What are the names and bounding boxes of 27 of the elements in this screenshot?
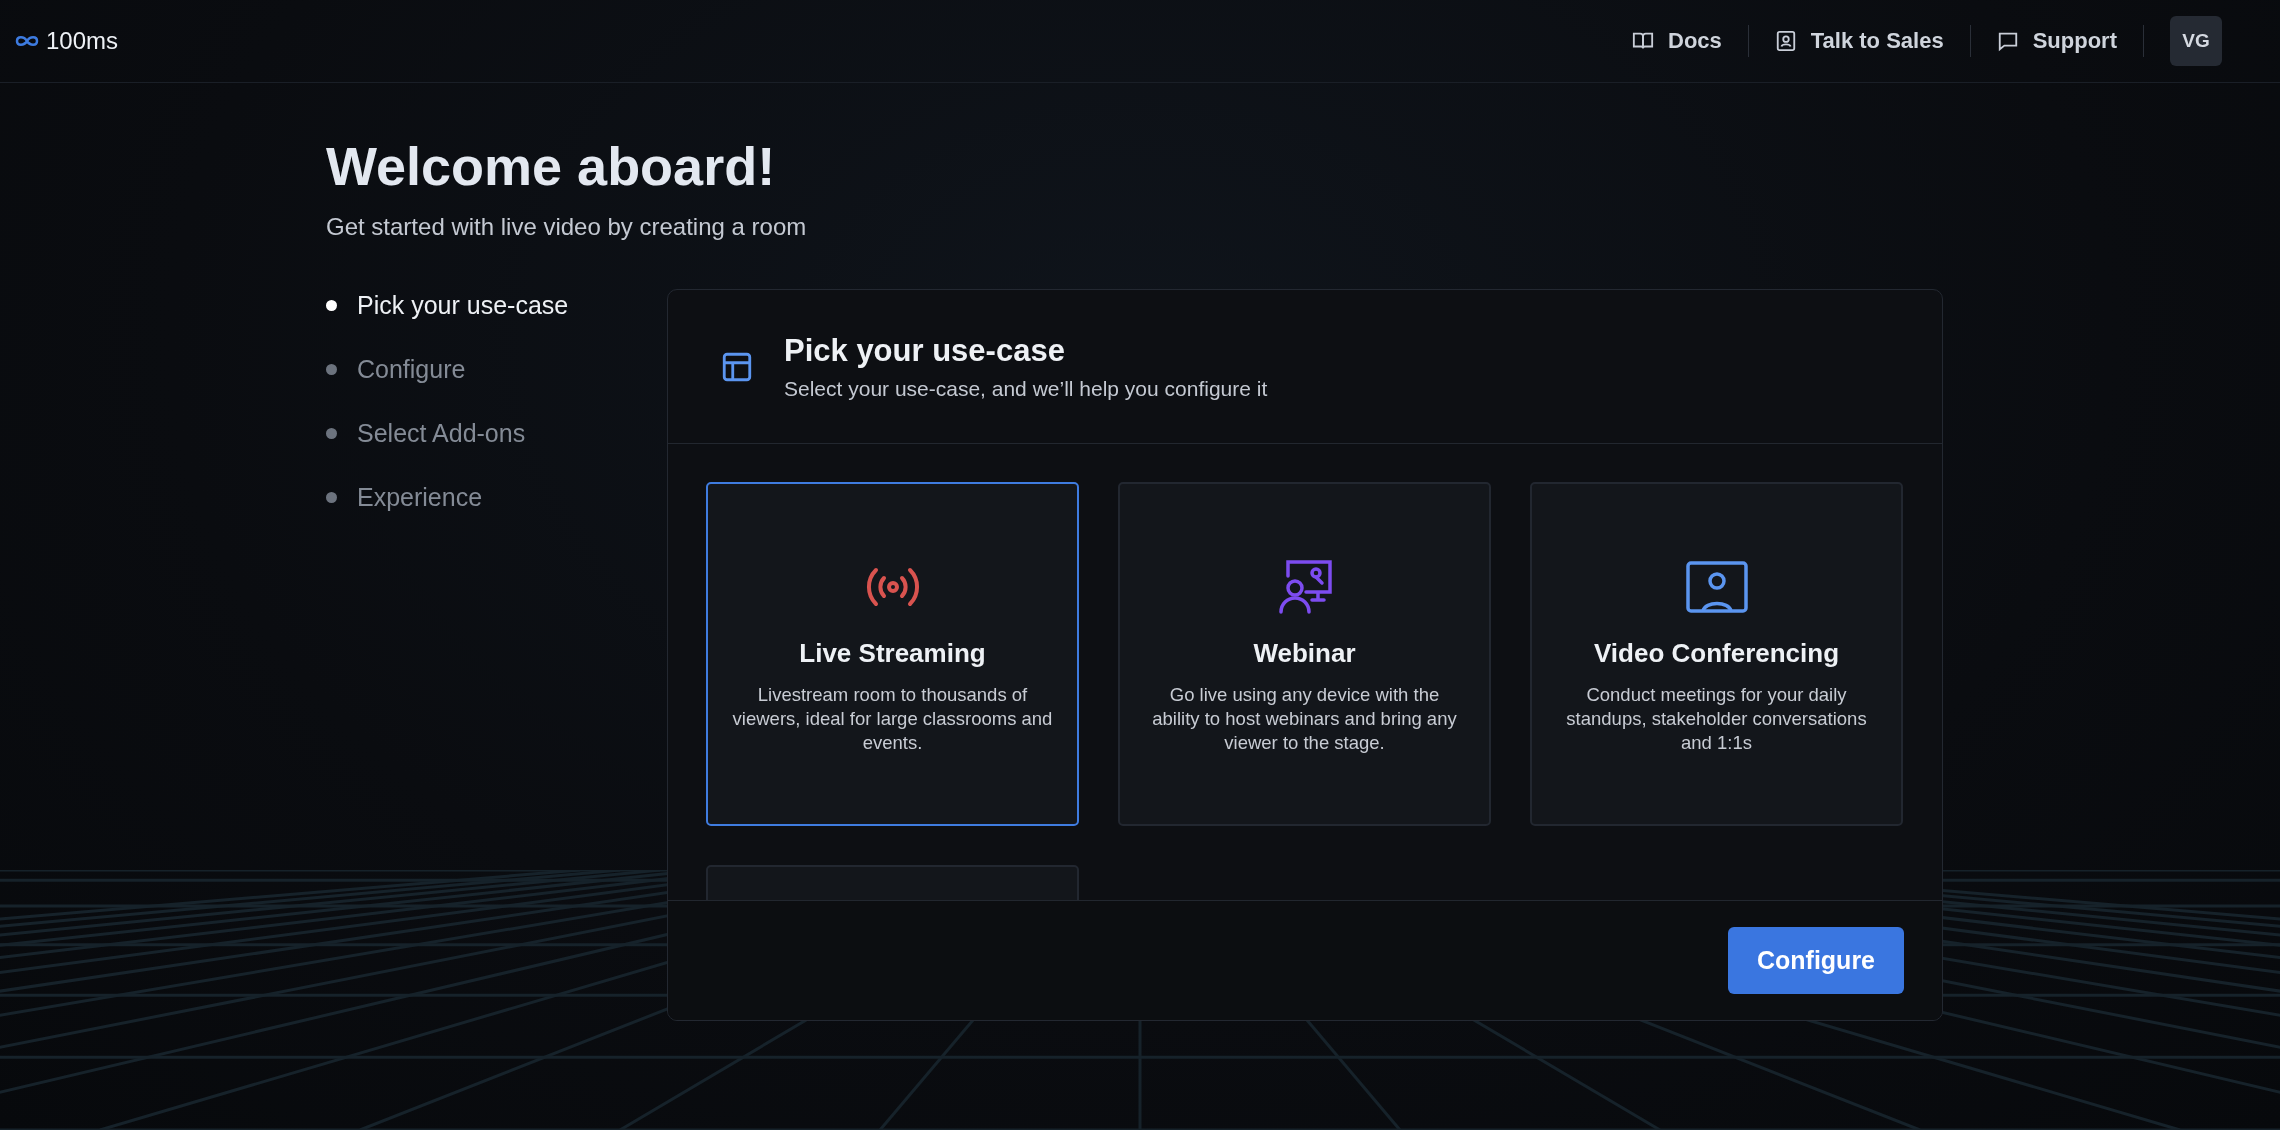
step-label: Pick your use-case — [357, 290, 569, 321]
brand-name: 100ms — [46, 27, 119, 55]
step-label: Configure — [357, 354, 466, 385]
user-avatar[interactable]: VG — [2170, 16, 2222, 66]
welcome-subtitle: Get started with live video by creating a room — [326, 213, 808, 241]
tile-description: Conduct meetings for your daily standups, stakeholder conversations and 1:1s — [1565, 683, 1868, 755]
welcome-title: Welcome aboard! — [326, 135, 777, 198]
chat-bubble-icon — [1996, 30, 2019, 52]
tile-description: Livestream room to thousands of viewers, ideal for large classrooms and events. — [732, 683, 1053, 755]
tile-description: Go live using any device with the ability to host webinars and bring any viewer to the stage. — [1151, 683, 1458, 755]
contact-card-icon — [1774, 30, 1797, 52]
tile-title: Live Streaming — [799, 638, 986, 669]
panel-title: Pick your use-case — [784, 332, 1066, 369]
video-call-icon — [1684, 560, 1749, 614]
nav-link[interactable]: Support — [1970, 28, 2143, 54]
infinity-logo-icon — [14, 33, 40, 49]
tile-title: Webinar — [1253, 638, 1356, 669]
step-label: Select Add-ons — [357, 418, 526, 449]
panel-subtitle: Select your use-case, and we’ll help you configure it — [784, 376, 1268, 401]
tile-title: Video Conferencing — [1593, 638, 1840, 669]
step-label: Experience — [357, 482, 483, 513]
use-case-tile[interactable]: Live Streaming Livestream room to thousands of viewers, ideal for large classrooms and events. — [706, 482, 1079, 826]
use-case-tile[interactable]: Video Conferencing Conduct meetings for your daily standups, stakeholder conversations and 1:1s — [1530, 482, 1903, 826]
nav-link[interactable]: Docs — [1606, 28, 1748, 54]
nav-link[interactable]: Talk to Sales — [1748, 28, 1970, 54]
use-case-tile[interactable]: Webinar Go live using any device with the ability to host webinars and bring any viewer to the stage. — [1118, 482, 1491, 826]
configure-button[interactable]: Configure — [1728, 927, 1904, 994]
